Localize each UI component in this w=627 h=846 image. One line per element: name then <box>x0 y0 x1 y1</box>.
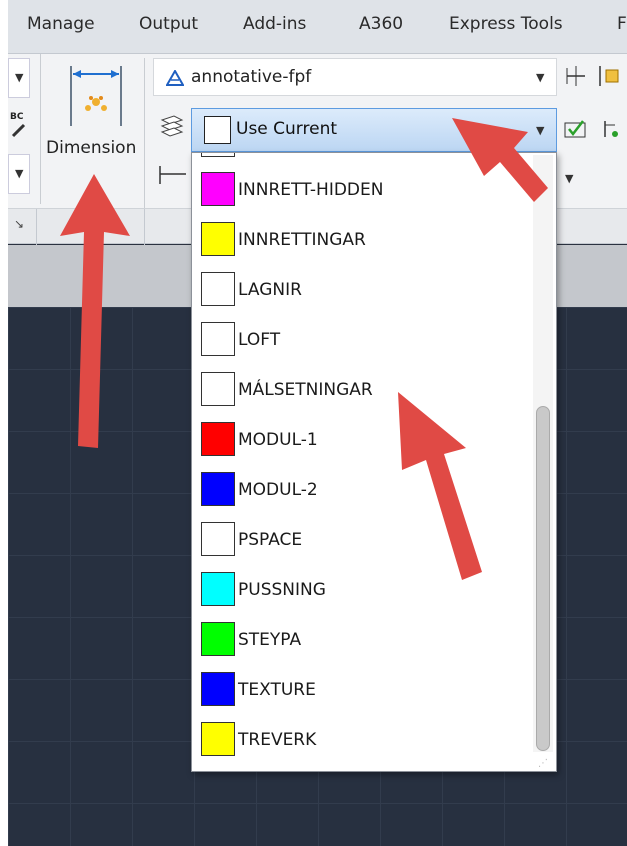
left-combo-2[interactable]: ▼ <box>8 154 30 194</box>
ribbon-divider <box>144 209 145 245</box>
chevron-down-icon: ▼ <box>15 71 24 84</box>
layer-name: MODUL-2 <box>238 480 318 500</box>
text-edit-icon-label: BC <box>10 112 24 122</box>
layer-color-swatch <box>201 672 235 706</box>
scrollbar-thumb[interactable] <box>536 406 550 751</box>
menu-bar: Manage Output Add-ins A360 Express Tools… <box>8 0 627 54</box>
annotative-icon <box>166 70 184 86</box>
layer-list-item[interactable]: PUSSNING <box>192 563 532 613</box>
layer-color-swatch <box>201 372 235 406</box>
layer-name: LAGNIR <box>238 280 302 300</box>
layer-dropdown-list[interactable]: INNRETT-HIDDEN INNRETTINGAR LAGNIR LOFT MÁLS… <box>191 152 557 772</box>
menu-more[interactable]: F <box>617 14 627 34</box>
layer-name: INNRETT-HIDDEN <box>238 180 384 200</box>
layer-color-swatch <box>201 172 235 206</box>
tolerance-icon[interactable] <box>601 117 621 141</box>
layer-color-swatch <box>201 722 235 756</box>
layer-name: TREVERK <box>238 730 317 750</box>
layer-list-item[interactable]: PSPACE <box>192 513 532 563</box>
layer-list-item[interactable]: MODUL-2 <box>192 463 532 513</box>
menu-output[interactable]: Output <box>139 14 198 34</box>
layer-color-swatch <box>201 272 235 306</box>
layer-list-item[interactable]: LAGNIR <box>192 263 532 313</box>
layer-list-item[interactable]: TREVERK <box>192 713 532 763</box>
chevron-down-icon[interactable]: ▼ <box>565 172 573 185</box>
menu-add-ins[interactable]: Add-ins <box>243 14 306 34</box>
layer-color-swatch <box>201 572 235 606</box>
layers-icon <box>160 115 184 137</box>
layer-dropdown[interactable]: Use Current ▼ <box>191 108 557 152</box>
layer-name: LOFT <box>238 330 281 350</box>
menu-a360[interactable]: A360 <box>359 14 403 34</box>
layer-list-item[interactable]: INNRETTINGAR <box>192 213 532 263</box>
dim-style-dropdown[interactable]: annotative-fpf ▼ <box>153 58 557 96</box>
layer-name: MODUL-1 <box>238 430 318 450</box>
layer-name: MÁLSETNINGAR <box>238 380 373 400</box>
layer-name: TEXTURE <box>238 680 316 700</box>
layer-list-item[interactable]: STEYPA <box>192 613 532 663</box>
dim-style-value: annotative-fpf <box>191 67 312 87</box>
layer-list-item[interactable]: LOFT <box>192 313 532 363</box>
text-dim-icon[interactable] <box>596 64 620 88</box>
chevron-down-icon: ▼ <box>15 167 24 180</box>
chevron-down-icon: ▼ <box>536 124 545 137</box>
layer-list-item[interactable]: MÁLSETNINGAR <box>192 363 532 413</box>
layer-name: INNRETTINGAR <box>238 230 366 250</box>
layer-color-swatch <box>201 322 235 356</box>
dimension-button[interactable]: Dimension <box>44 58 144 198</box>
layer-name: PSPACE <box>238 530 303 550</box>
layer-name: STEYPA <box>238 630 302 650</box>
continue-dim-icon[interactable] <box>158 164 188 186</box>
layer-color-swatch <box>201 472 235 506</box>
chevron-down-icon: ▼ <box>536 71 545 84</box>
text-edit-icon[interactable]: BC <box>8 110 30 140</box>
dimension-label: Dimension <box>46 138 137 158</box>
layer-list-item[interactable]: MODUL-1 <box>192 413 532 463</box>
layer-color-swatch <box>204 116 231 144</box>
layer-color-swatch <box>201 622 235 656</box>
layer-name: PUSSNING <box>238 580 326 600</box>
expand-panel-icon[interactable]: ↘ <box>14 217 24 231</box>
resize-grip-icon[interactable]: ⋰ <box>538 758 548 769</box>
layer-list-item[interactable]: INNRETT-HIDDEN <box>192 163 532 213</box>
layer-color-swatch <box>201 422 235 456</box>
layer-list-item[interactable]: TEXTURE <box>192 663 532 713</box>
layer-current-value: Use Current <box>236 119 338 139</box>
pencil-icon <box>11 123 26 138</box>
check-dim-icon[interactable] <box>563 117 587 141</box>
layer-swatch-partial <box>201 153 235 157</box>
dimension-icon <box>70 66 122 126</box>
layer-color-swatch <box>201 522 235 556</box>
ribbon-divider <box>40 54 41 204</box>
left-combo-1[interactable]: ▼ <box>8 58 30 98</box>
menu-express-tools[interactable]: Express Tools <box>449 14 563 34</box>
ribbon-divider <box>144 58 145 208</box>
menu-manage[interactable]: Manage <box>27 14 95 34</box>
ribbon-divider <box>36 209 37 245</box>
linear-dim-icon[interactable] <box>565 64 587 88</box>
app-window: Manage Output Add-ins A360 Express Tools… <box>8 0 627 846</box>
layer-color-swatch <box>201 222 235 256</box>
